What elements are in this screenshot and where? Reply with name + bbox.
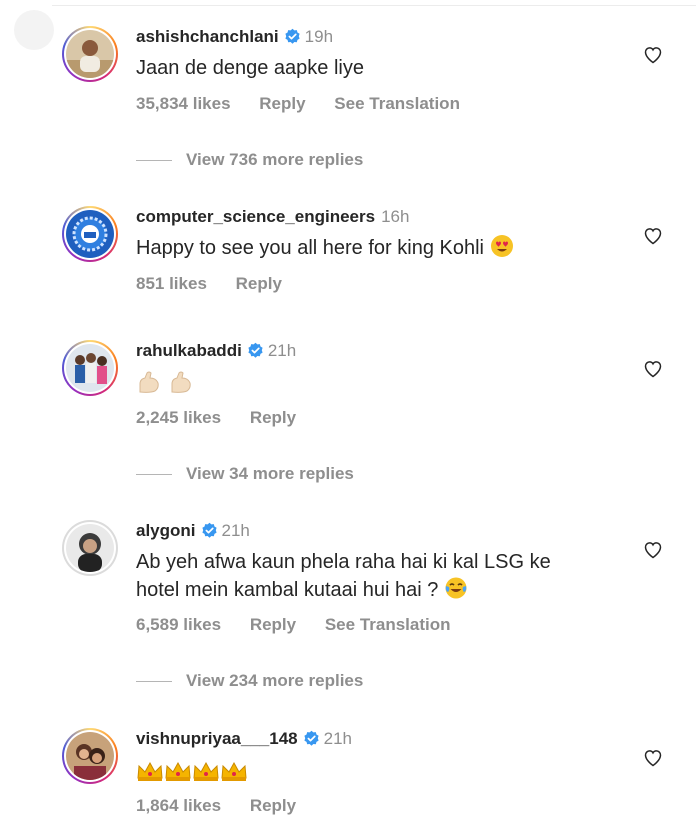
reply-button[interactable]: Reply xyxy=(250,796,296,815)
see-translation-button[interactable]: See Translation xyxy=(334,94,460,113)
reply-button[interactable]: Reply xyxy=(250,408,296,427)
crown-emoji xyxy=(164,760,192,790)
comment-text-line-2: hotel mein kambal kutaai hui hai ? xyxy=(136,576,551,608)
view-replies-label: View 234 more replies xyxy=(186,671,364,690)
comment-text: Happy to see you all here for king Kohli xyxy=(136,237,484,259)
comment-timestamp: 19h xyxy=(304,27,334,46)
heart-outline-icon[interactable] xyxy=(643,748,663,768)
see-translation-button[interactable]: See Translation xyxy=(325,615,451,634)
avatar[interactable] xyxy=(62,340,118,396)
avatar[interactable] xyxy=(62,520,118,576)
verified-badge-icon xyxy=(284,28,301,51)
likes-count[interactable]: 1,864 likes xyxy=(136,796,221,815)
comment-timestamp: 21h xyxy=(267,341,297,360)
avatar[interactable] xyxy=(62,728,118,784)
comment-text-row: Happy to see you all here for king Kohli xyxy=(136,234,514,266)
comment-timestamp: 21h xyxy=(323,729,352,748)
flexed-biceps-emoji xyxy=(136,370,162,402)
comment-text xyxy=(136,370,194,402)
comment-text xyxy=(136,758,248,790)
comment-username[interactable]: vishnupriyaa___148 xyxy=(136,729,298,748)
likes-count[interactable]: 2,245 likes xyxy=(136,408,221,427)
flexed-biceps-emoji xyxy=(168,370,194,402)
reply-button[interactable]: Reply xyxy=(259,94,305,113)
verified-badge-icon xyxy=(201,522,218,545)
view-replies-label: View 736 more replies xyxy=(186,150,364,169)
comment-text-line: hotel mein kambal kutaai hui hai ? xyxy=(136,579,439,601)
comment-text: Ab yeh afwa kaun phela raha hai ki kal L… xyxy=(136,548,551,608)
view-replies-button[interactable]: View 234 more replies xyxy=(136,671,363,691)
comment-username[interactable]: rahulkabaddi xyxy=(136,341,242,360)
comment-username[interactable]: computer_science_engineers xyxy=(136,207,375,226)
view-replies-button[interactable]: View 34 more replies xyxy=(136,464,354,484)
heart-outline-icon[interactable] xyxy=(643,359,663,379)
likes-count[interactable]: 6,589 likes xyxy=(136,615,221,634)
heart-outline-icon[interactable] xyxy=(643,45,663,65)
tears-of-joy-emoji xyxy=(444,576,468,608)
top-divider xyxy=(52,5,696,6)
crown-emoji xyxy=(192,760,220,790)
avatar[interactable] xyxy=(62,26,118,82)
background-blur xyxy=(14,10,54,50)
crown-emoji xyxy=(220,760,248,790)
likes-count[interactable]: 851 likes xyxy=(136,274,207,293)
likes-count[interactable]: 35,834 likes xyxy=(136,94,231,113)
verified-badge-icon xyxy=(303,730,320,753)
reply-button[interactable]: Reply xyxy=(236,274,282,293)
heart-outline-icon[interactable] xyxy=(643,540,663,560)
crown-emoji xyxy=(136,760,164,790)
reply-button[interactable]: Reply xyxy=(250,615,296,634)
view-replies-label: View 34 more replies xyxy=(186,464,354,483)
comment-timestamp: 16h xyxy=(381,207,410,226)
avatar[interactable] xyxy=(62,206,118,262)
heart-eyes-emoji xyxy=(490,234,514,266)
verified-badge-icon xyxy=(247,342,264,365)
comment-username[interactable]: ashishchanchlani xyxy=(136,27,279,46)
comment-text-line: Ab yeh afwa kaun phela raha hai ki kal L… xyxy=(136,551,551,573)
view-replies-button[interactable]: View 736 more replies xyxy=(136,150,363,170)
heart-outline-icon[interactable] xyxy=(643,226,663,246)
comment-username[interactable]: alygoni xyxy=(136,521,196,540)
comment-timestamp: 21h xyxy=(221,521,250,540)
comment-text: Jaan de denge aapke liye xyxy=(136,57,364,79)
